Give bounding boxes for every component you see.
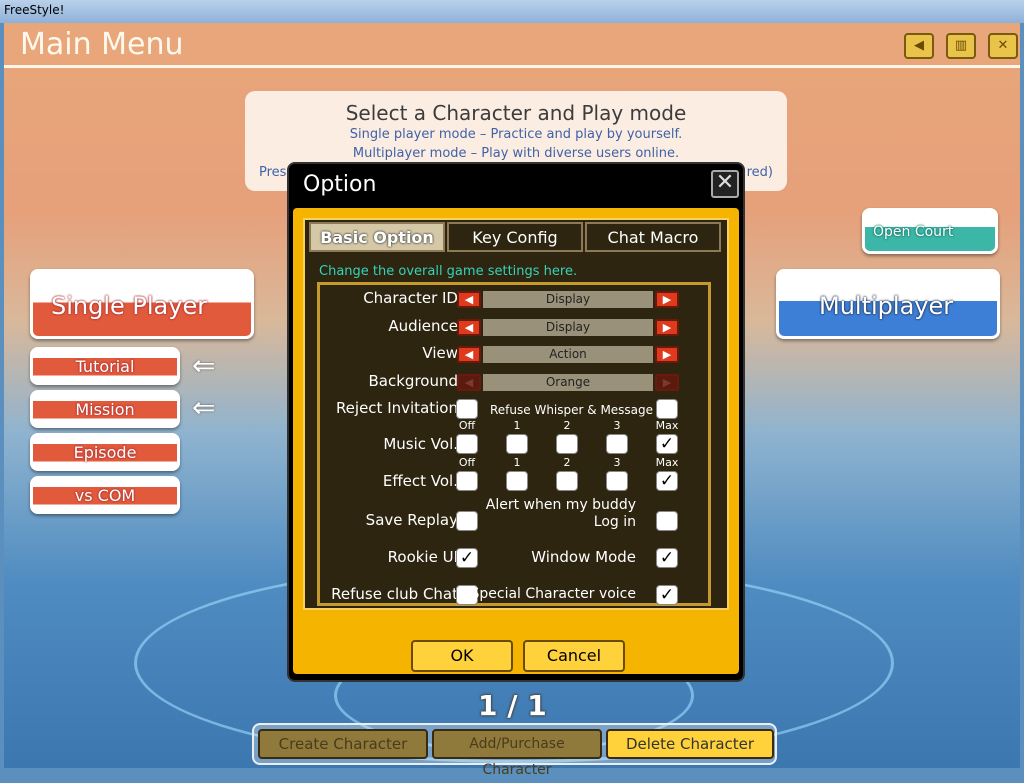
character-id-value: Display	[483, 291, 653, 308]
tab-basic-option[interactable]: Basic Option	[309, 222, 445, 252]
refuse-whisper-label: Refuse Whisper & Message	[490, 403, 654, 417]
info-line-single: Single player mode – Practice and play b…	[349, 127, 683, 142]
buddy-alert-label: Alert when my buddy Log in	[486, 497, 636, 531]
page-indicator: 1 / 1	[478, 689, 547, 722]
close-icon[interactable]: ✕	[711, 170, 739, 198]
character-id-next-arrow-icon[interactable]: ▶	[655, 291, 679, 308]
background-next-arrow-icon[interactable]: ▶	[655, 373, 679, 391]
effect-vol-label: Effect Vol.	[382, 472, 458, 490]
refuse-whisper-checkbox[interactable]	[656, 399, 678, 419]
effect-vol-checkbox[interactable]: ✓	[656, 471, 678, 491]
effect-vol-level-label: Max	[655, 456, 679, 469]
dialog-title: Option	[303, 172, 377, 197]
single-player-button[interactable]: Single Player	[30, 269, 254, 339]
view-prev-arrow-icon[interactable]: ◀	[457, 346, 481, 363]
music-vol-level-label: Max	[655, 419, 679, 432]
game-area: Main Menu ◀ ▥ ✕ Select a Character and P…	[4, 23, 1020, 778]
character-action-bar: Create Character Add/Purchase Character …	[252, 723, 777, 778]
save-replay-label: Save Replay	[365, 511, 458, 529]
save-replay-checkbox[interactable]	[456, 511, 478, 531]
window-mode-checkbox[interactable]: ✓	[656, 548, 678, 568]
music-vol-level-label: 1	[513, 419, 521, 432]
effect-vol-level-label: 2	[563, 456, 571, 469]
info-line-3-left: Pres	[259, 165, 287, 180]
view-value: Action	[483, 346, 653, 363]
close-game-icon[interactable]: ✕	[988, 33, 1018, 59]
option-panel: Basic Option Key Config Chat Macro Chang…	[303, 218, 729, 610]
background-prev-arrow-icon[interactable]: ◀	[457, 373, 481, 391]
create-character-button[interactable]: Create Character	[258, 729, 428, 759]
info-heading: Select a Character and Play mode	[345, 101, 687, 125]
title-divider	[4, 65, 1020, 68]
music-vol-level-label: 2	[563, 419, 571, 432]
reject-invitation-checkbox[interactable]	[456, 399, 478, 419]
character-id-prev-arrow-icon[interactable]: ◀	[457, 291, 481, 308]
special-voice-label: Special Character voice	[470, 586, 636, 602]
delete-character-button[interactable]: Delete Character	[606, 729, 774, 759]
mission-button[interactable]: Mission	[30, 390, 180, 428]
background-label: Background	[368, 371, 459, 390]
back-icon[interactable]: ◀	[904, 33, 934, 59]
buddy-alert-line1: Alert when my buddy	[485, 497, 636, 513]
tab-chat-macro[interactable]: Chat Macro	[585, 222, 721, 252]
window-mode-label: Window Mode	[531, 548, 636, 566]
open-court-button[interactable]: Open Court	[862, 208, 998, 254]
music-vol-checkbox[interactable]	[606, 434, 628, 454]
effect-vol-checkbox[interactable]	[556, 471, 578, 491]
music-vol-checkbox[interactable]	[506, 434, 528, 454]
special-voice-checkbox[interactable]: ✓	[656, 585, 678, 605]
option-description: Change the overall game settings here.	[319, 264, 578, 279]
audience-value: Display	[483, 318, 653, 336]
background-value: Orange	[483, 373, 653, 391]
refuse-club-chat-label: Refuse club Chat	[331, 585, 458, 603]
info-line-3-right: red)	[746, 165, 773, 180]
effect-vol-checkbox[interactable]	[456, 471, 478, 491]
tutorial-button[interactable]: Tutorial	[30, 347, 180, 385]
audience-label: Audience	[388, 316, 458, 335]
rookie-ui-label: Rookie UI	[387, 548, 458, 566]
arrow-left-icon: ⇐	[192, 391, 216, 424]
arrow-left-icon: ⇐	[192, 349, 216, 382]
view-label: View	[422, 344, 458, 362]
book-icon[interactable]: ▥	[946, 33, 976, 59]
music-vol-level-label: 3	[613, 419, 621, 432]
effect-vol-checkbox[interactable]	[606, 471, 628, 491]
info-line-multi: Multiplayer mode – Play with diverse use…	[352, 146, 680, 161]
option-dialog: Option ✕ Basic Option Key Config Chat Ma…	[287, 162, 745, 682]
buddy-alert-line2: Log in	[593, 514, 636, 530]
dialog-body: Basic Option Key Config Chat Macro Chang…	[293, 208, 739, 674]
rookie-ui-checkbox[interactable]: ✓	[456, 548, 478, 568]
music-vol-label: Music Vol.	[383, 435, 458, 453]
effect-vol-level-label: Off	[458, 456, 476, 469]
tab-key-config[interactable]: Key Config	[447, 222, 583, 252]
view-next-arrow-icon[interactable]: ▶	[655, 346, 679, 363]
cancel-button[interactable]: Cancel	[523, 640, 625, 672]
music-vol-checkbox[interactable]	[456, 434, 478, 454]
page-title: Main Menu	[20, 27, 184, 62]
ok-button[interactable]: OK	[411, 640, 513, 672]
audience-next-arrow-icon[interactable]: ▶	[655, 318, 679, 336]
music-vol-checkbox[interactable]: ✓	[656, 434, 678, 454]
add-purchase-character-button[interactable]: Add/Purchase Character	[432, 729, 602, 778]
window-title-bar: FreeStyle!	[0, 0, 1024, 23]
music-vol-level-label: Off	[458, 419, 476, 432]
settings-group: Character ID ◀ Display ▶ Audience ◀ Display ▶ Vi…	[317, 282, 711, 606]
effect-vol-level-label: 1	[513, 456, 521, 469]
music-vol-checkbox[interactable]	[556, 434, 578, 454]
character-id-label: Character ID	[363, 289, 458, 307]
vs-com-button[interactable]: vs COM	[30, 476, 180, 514]
buddy-alert-checkbox[interactable]	[656, 511, 678, 531]
episode-button[interactable]: Episode	[30, 433, 180, 471]
multiplayer-button[interactable]: Multiplayer	[776, 269, 1000, 339]
reject-invitation-label: Reject Invitation	[335, 399, 458, 417]
audience-prev-arrow-icon[interactable]: ◀	[457, 318, 481, 336]
effect-vol-level-label: 3	[613, 456, 621, 469]
window-title: FreeStyle!	[4, 3, 65, 17]
effect-vol-checkbox[interactable]	[506, 471, 528, 491]
